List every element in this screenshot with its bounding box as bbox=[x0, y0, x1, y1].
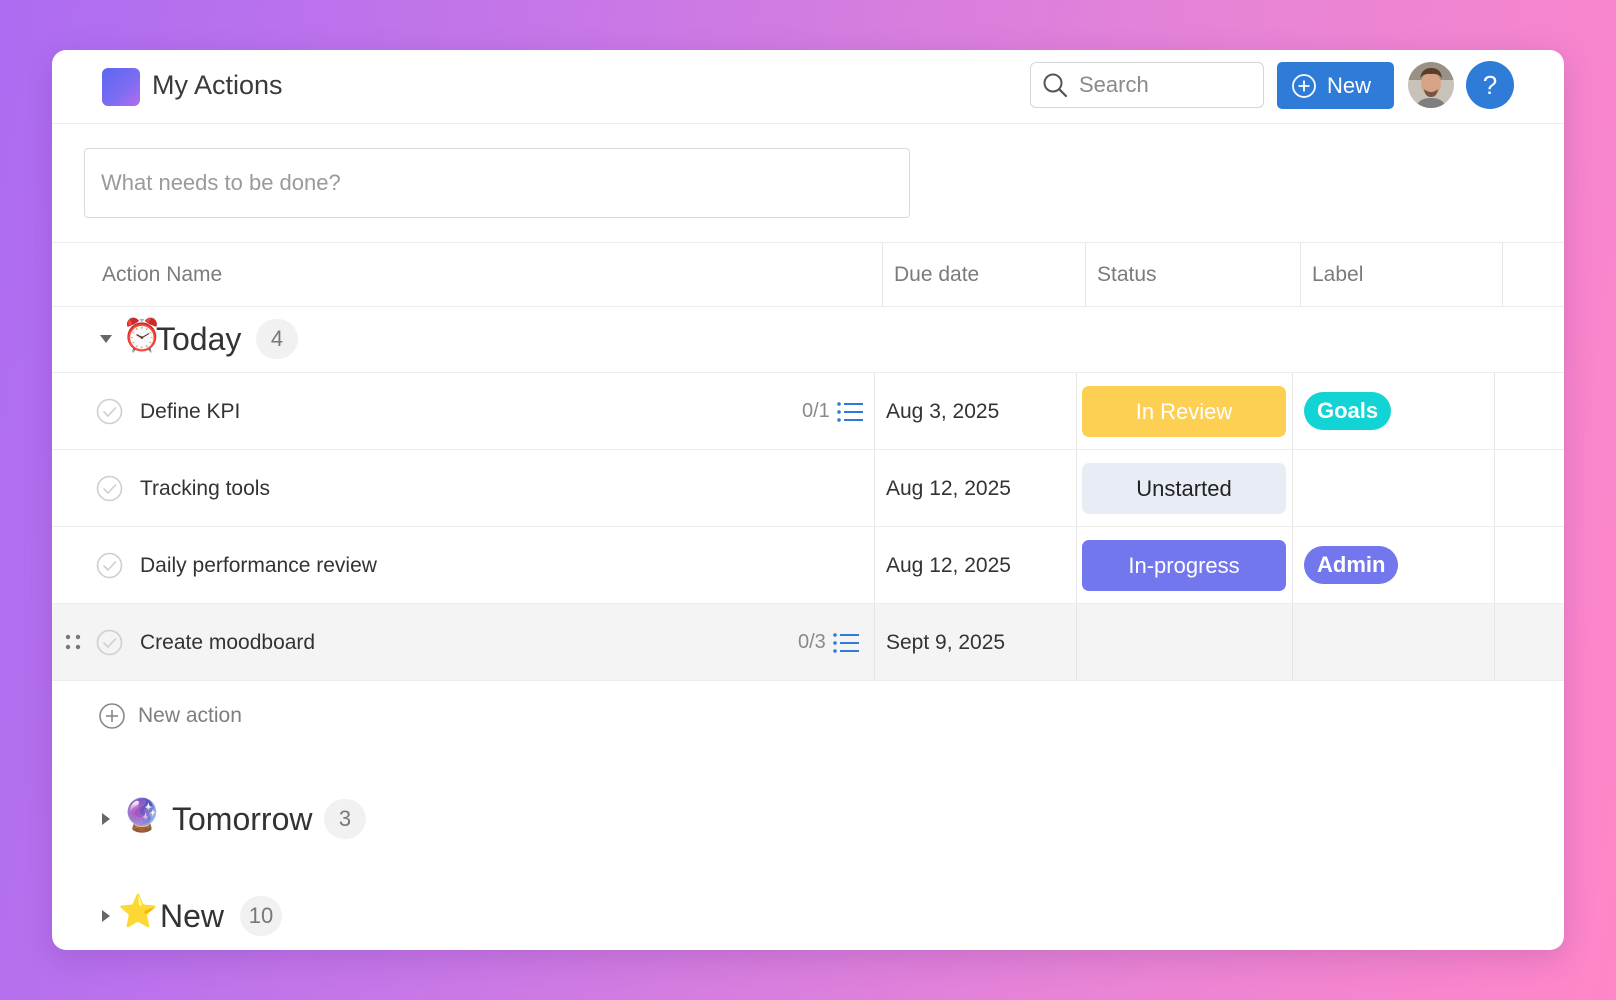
check-circle-icon[interactable] bbox=[96, 475, 123, 502]
table-header: Action Name Due date Status Label bbox=[52, 242, 1564, 307]
table-row[interactable]: Define KPI 0/1 Aug 3, 2025 In Review Goa… bbox=[52, 373, 1564, 450]
new-button[interactable]: New bbox=[1277, 62, 1394, 109]
table-row[interactable]: Tracking tools Aug 12, 2025 Unstarted bbox=[52, 450, 1564, 527]
table-row[interactable]: Daily performance review Aug 12, 2025 In… bbox=[52, 527, 1564, 604]
new-action-button[interactable]: New action bbox=[98, 702, 242, 730]
avatar[interactable] bbox=[1408, 62, 1454, 108]
group-header-today[interactable]: ⏰ Today 4 bbox=[52, 306, 1564, 373]
cell-divider bbox=[874, 604, 875, 680]
column-divider bbox=[1502, 243, 1503, 306]
crystal-ball-icon: 🔮 bbox=[122, 797, 162, 833]
group-count-badge: 3 bbox=[324, 799, 366, 839]
search-box[interactable] bbox=[1030, 62, 1264, 108]
check-circle-icon[interactable] bbox=[96, 398, 123, 425]
cell-divider bbox=[1076, 450, 1077, 526]
group-count-badge: 10 bbox=[240, 896, 282, 936]
status-badge[interactable]: In Review bbox=[1082, 386, 1286, 437]
caret-down-icon[interactable] bbox=[98, 331, 114, 347]
column-header-due-date[interactable]: Due date bbox=[882, 243, 1084, 306]
plus-circle-icon bbox=[99, 703, 125, 729]
subtask-counter[interactable]: 0/3 bbox=[798, 604, 860, 681]
search-input[interactable] bbox=[1077, 71, 1251, 99]
quick-add-field[interactable] bbox=[84, 148, 910, 218]
due-date[interactable]: Aug 12, 2025 bbox=[886, 450, 1011, 527]
action-name[interactable]: Create moodboard bbox=[140, 604, 315, 681]
group-header-tomorrow[interactable]: 🔮 Tomorrow 3 bbox=[52, 786, 1564, 852]
group-count-badge: 4 bbox=[256, 319, 298, 359]
help-button[interactable]: ? bbox=[1466, 61, 1514, 109]
status-badge[interactable]: In-progress bbox=[1082, 540, 1286, 591]
column-header-action-name[interactable]: Action Name bbox=[90, 243, 870, 306]
new-action-input[interactable] bbox=[99, 169, 873, 197]
group-title: Tomorrow bbox=[172, 801, 313, 837]
cell-divider bbox=[1292, 373, 1293, 449]
due-date[interactable]: Sept 9, 2025 bbox=[886, 604, 1005, 681]
cell-divider bbox=[874, 527, 875, 603]
cell-divider bbox=[1292, 604, 1293, 680]
group-title: New bbox=[160, 898, 225, 934]
due-date[interactable]: Aug 12, 2025 bbox=[886, 527, 1011, 604]
subtask-count: 0/3 bbox=[798, 631, 826, 653]
cell-divider bbox=[1494, 527, 1495, 603]
search-icon bbox=[1043, 73, 1068, 98]
cell-divider bbox=[1076, 527, 1077, 603]
action-name[interactable]: Tracking tools bbox=[140, 450, 270, 527]
app-window: My Actions New bbox=[52, 50, 1564, 950]
label-badge[interactable]: Admin bbox=[1304, 546, 1399, 584]
cell-divider bbox=[1076, 604, 1077, 680]
group-header-new[interactable]: ⭐ New 10 bbox=[52, 886, 1564, 950]
new-button-label: New bbox=[1327, 72, 1372, 98]
cell-divider bbox=[1292, 450, 1293, 526]
caret-right-icon[interactable] bbox=[98, 811, 114, 827]
status-badge[interactable]: Unstarted bbox=[1082, 463, 1286, 514]
plus-circle-icon bbox=[1292, 73, 1316, 98]
page-title: My Actions bbox=[152, 70, 283, 100]
app-logo bbox=[102, 68, 140, 106]
new-action-label: New action bbox=[138, 704, 242, 727]
cell-divider bbox=[874, 373, 875, 449]
check-circle-icon[interactable] bbox=[96, 552, 123, 579]
star-icon: ⭐ bbox=[118, 893, 158, 929]
top-bar: My Actions New bbox=[52, 50, 1564, 124]
action-name[interactable]: Define KPI bbox=[140, 373, 240, 450]
group-title: Today bbox=[156, 321, 242, 357]
column-header-status[interactable]: Status bbox=[1085, 243, 1300, 306]
user-avatar-icon bbox=[1408, 62, 1454, 108]
label-badge[interactable]: Goals bbox=[1304, 392, 1392, 430]
cell-divider bbox=[1494, 373, 1495, 449]
cell-divider bbox=[1494, 450, 1495, 526]
checklist-icon bbox=[833, 632, 859, 653]
checklist-icon bbox=[837, 401, 863, 422]
due-date[interactable]: Aug 3, 2025 bbox=[886, 373, 999, 450]
cell-divider bbox=[1076, 373, 1077, 449]
drag-handle-icon[interactable] bbox=[64, 632, 82, 652]
cell-divider bbox=[1494, 604, 1495, 680]
cell-divider bbox=[1292, 527, 1293, 603]
check-circle-icon[interactable] bbox=[96, 629, 123, 656]
cell-divider bbox=[874, 450, 875, 526]
action-name[interactable]: Daily performance review bbox=[140, 527, 377, 604]
subtask-counter[interactable]: 0/1 bbox=[802, 373, 864, 450]
column-header-label[interactable]: Label bbox=[1300, 243, 1500, 306]
table-row[interactable]: Create moodboard 0/3 Sept 9, 2025 bbox=[52, 604, 1564, 681]
caret-right-icon[interactable] bbox=[98, 908, 114, 924]
subtask-count: 0/1 bbox=[802, 400, 830, 422]
